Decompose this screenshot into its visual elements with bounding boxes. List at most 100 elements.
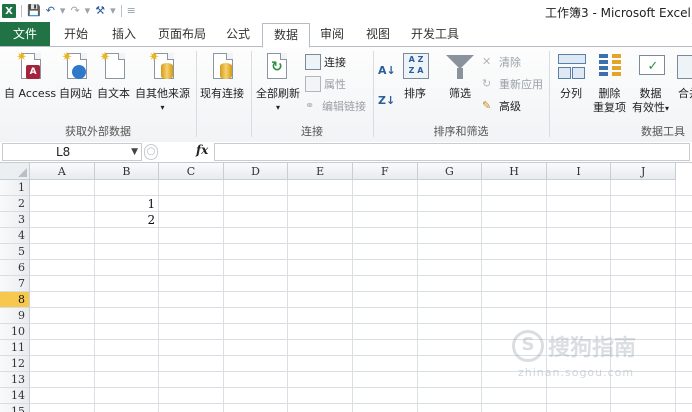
sort-descending-button[interactable]: Z↓ (378, 91, 395, 109)
row-header-2[interactable]: 2 (0, 196, 30, 212)
row-header-1[interactable]: 1 (0, 180, 30, 196)
tab-data[interactable]: 数据 (262, 23, 310, 48)
advanced-filter-button[interactable]: ✎ 高级 (482, 97, 521, 115)
row-header-13[interactable]: 13 (0, 372, 30, 388)
grid-row-line (30, 403, 692, 404)
row-header-11[interactable]: 11 (0, 340, 30, 356)
formula-cancel-icon[interactable]: ○ (144, 144, 158, 160)
tab-review[interactable]: 审阅 (312, 23, 352, 45)
insert-function-icon[interactable]: fx (196, 143, 208, 157)
tab-view[interactable]: 视图 (358, 23, 398, 45)
edit-links-button[interactable]: ⚭ 编辑链接 (305, 97, 366, 115)
column-header-i[interactable]: I (546, 163, 612, 180)
from-text-button[interactable]: ✷ 自文本 (97, 51, 130, 101)
consolidate-label: 合并 (678, 87, 692, 100)
text-to-columns-button[interactable]: 分列 (556, 51, 586, 101)
connections-icon (305, 54, 321, 70)
sort-descending-icon: Z↓ (378, 93, 396, 107)
refresh-all-button[interactable]: ↻ 全部刷新 ▾ (256, 51, 300, 115)
remove-duplicates-button[interactable]: 删除 重复项 (593, 51, 626, 115)
sort-ascending-button[interactable]: A↓ (378, 61, 396, 79)
data-validation-button[interactable]: ✓ 数据 有效性▾ (632, 51, 669, 116)
column-header-a[interactable]: A (30, 163, 95, 180)
advanced-filter-label: 高级 (499, 100, 521, 113)
row-header-9[interactable]: 9 (0, 308, 30, 324)
cell-b2[interactable]: 1 (95, 196, 160, 212)
tab-page-layout[interactable]: 页面布局 (152, 23, 212, 45)
existing-connections-label: 现有连接 (200, 87, 244, 100)
consolidate-button[interactable]: 合并 (674, 51, 692, 101)
existing-connections-button[interactable]: 现有连接 (200, 51, 244, 101)
from-other-sources-label: 自其他来源 (135, 87, 190, 100)
tab-developer[interactable]: 开发工具 (404, 23, 466, 45)
column-header-c[interactable]: C (159, 163, 224, 180)
grid-column-line (222, 180, 224, 412)
grid-row-line (30, 291, 692, 292)
from-access-button[interactable]: ✷ A 自 Access (4, 51, 56, 101)
grid-row-line (30, 355, 692, 356)
name-box[interactable]: L8 ▼ (2, 143, 142, 161)
existing-connections-icon (207, 51, 237, 85)
row-header-4[interactable]: 4 (0, 228, 30, 244)
column-header-g[interactable]: G (417, 163, 483, 180)
clear-filter-icon: ✕ (482, 55, 492, 68)
name-box-value: L8 (56, 145, 71, 159)
reapply-filter-icon: ↻ (482, 77, 492, 90)
customize-qat-dropdown-icon[interactable]: ▾ (110, 4, 116, 18)
column-header-f[interactable]: F (353, 163, 418, 180)
column-header-h[interactable]: H (482, 163, 547, 180)
grid-column-line (416, 180, 418, 412)
undo-dropdown-icon[interactable]: ▾ (60, 4, 66, 18)
access-icon: ✷ A (15, 51, 45, 85)
sort-button[interactable]: A ZZ A 排序 (400, 51, 430, 101)
redo-icon[interactable]: ↷ (70, 4, 79, 18)
column-header-e[interactable]: E (288, 163, 353, 180)
row-header-6[interactable]: 6 (0, 260, 30, 276)
group-label-get-external-data: 获取外部数据 (65, 125, 131, 138)
refresh-all-icon: ↻ (263, 51, 293, 85)
text-to-columns-icon (556, 51, 586, 85)
row-header-8[interactable]: 8 (0, 292, 30, 308)
group-label-connections: 连接 (301, 125, 323, 138)
row-header-14[interactable]: 14 (0, 388, 30, 404)
grid-row-line (30, 275, 692, 276)
column-header-j[interactable]: J (611, 163, 676, 180)
customize-tool-icon[interactable]: ⚒ (95, 4, 105, 18)
from-other-sources-button[interactable]: ✷ 自其他来源 ▾ (135, 51, 190, 115)
row-header-7[interactable]: 7 (0, 276, 30, 292)
qat-separator (21, 5, 22, 17)
grid-row-line (30, 339, 692, 340)
group-label-data-tools: 数据工具 (641, 125, 685, 138)
save-icon[interactable]: 💾 (27, 4, 41, 18)
from-web-button[interactable]: ✷ 自网站 (59, 51, 92, 101)
row-header-15[interactable]: 15 (0, 404, 30, 412)
clear-filter-button[interactable]: ✕ 清除 (482, 53, 521, 71)
qat-more-icon[interactable]: ≡ (127, 4, 136, 18)
row-header-10[interactable]: 10 (0, 324, 30, 340)
connections-button[interactable]: 连接 (305, 53, 346, 71)
edit-links-label: 编辑链接 (322, 100, 366, 113)
name-box-dropdown-icon[interactable]: ▼ (131, 144, 138, 160)
data-validation-dropdown-icon: ▾ (665, 104, 670, 113)
row-header-12[interactable]: 12 (0, 356, 30, 372)
tab-file[interactable]: 文件 (0, 22, 50, 46)
group-separator (549, 51, 550, 137)
tab-home[interactable]: 开始 (56, 23, 96, 45)
column-header-b[interactable]: B (94, 163, 160, 180)
filter-button[interactable]: 筛选 (445, 51, 475, 101)
row-header-5[interactable]: 5 (0, 244, 30, 260)
consolidate-icon (674, 51, 692, 85)
title-bar: X 💾 ↶ ▾ ↷ ▾ ⚒ ▾ ≡ 工作簿3 - Microsoft Excel (0, 0, 692, 23)
tab-formulas[interactable]: 公式 (218, 23, 258, 45)
redo-dropdown-icon[interactable]: ▾ (85, 4, 91, 18)
column-header-d[interactable]: D (223, 163, 289, 180)
refresh-all-label: 全部刷新 (256, 87, 300, 100)
properties-button[interactable]: 属性 (305, 75, 346, 93)
formula-input[interactable] (214, 143, 690, 161)
undo-icon[interactable]: ↶ (46, 4, 55, 18)
cell-b3[interactable]: 2 (95, 212, 160, 228)
reapply-filter-button[interactable]: ↻ 重新应用 (482, 75, 543, 93)
select-all-corner[interactable] (0, 163, 30, 180)
row-header-3[interactable]: 3 (0, 212, 30, 228)
tab-insert[interactable]: 插入 (104, 23, 144, 45)
